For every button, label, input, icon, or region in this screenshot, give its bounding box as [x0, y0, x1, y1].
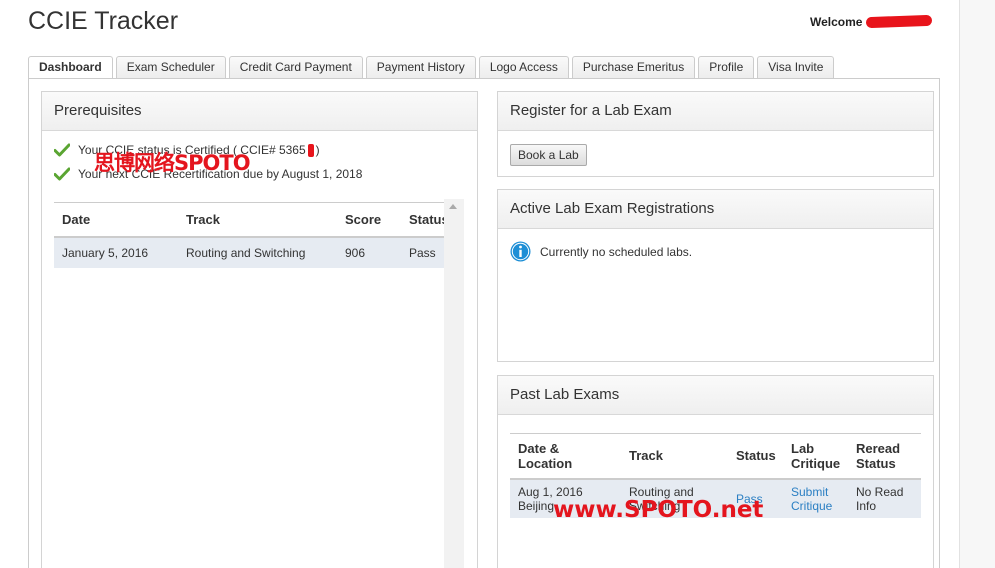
cell-reread: No Read Info: [848, 478, 921, 518]
col-lab-critique-line2: Critique: [791, 455, 841, 471]
cell-critique: Submit Critique: [783, 478, 848, 518]
submit-critique-link[interactable]: Submit Critique: [791, 485, 832, 513]
redacted-username: [865, 14, 933, 29]
col-date-location-line2: Location: [518, 455, 573, 471]
active-registrations-panel: Active Lab Exam Registrations Currently …: [497, 189, 934, 362]
app-shell: CCIE Tracker Welcome Dashboard Exam Sche…: [8, 0, 960, 568]
page-background-edge: [960, 0, 995, 568]
redacted-number: [307, 143, 314, 157]
table-row[interactable]: January 5, 2016 Routing and Switching 90…: [54, 236, 464, 268]
prerequisites-title: Prerequisites: [42, 92, 477, 131]
tab-profile[interactable]: Profile: [698, 56, 755, 79]
cell-reread-line2: Info: [856, 498, 877, 513]
no-labs-message: Currently no scheduled labs.: [510, 241, 692, 262]
watermark-top: 思博网络SPOTO: [94, 151, 251, 175]
col-score: Score: [337, 202, 401, 238]
book-a-lab-button[interactable]: Book a Lab: [510, 144, 587, 166]
past-lab-exams-panel: Past Lab Exams Date & Location Track Sta…: [497, 375, 934, 568]
cell-reread-line1: No Read: [856, 484, 904, 499]
submit-critique-line2: Critique: [791, 498, 833, 513]
tab-credit-card-payment[interactable]: Credit Card Payment: [228, 56, 363, 79]
tab-dashboard[interactable]: Dashboard: [28, 56, 113, 80]
col-date-location-line1: Date &: [518, 440, 560, 456]
tab-bar: Dashboard Exam Scheduler Credit Card Pay…: [28, 56, 837, 80]
cell-track: Routing and Switching: [178, 236, 337, 268]
col-track: Track: [621, 433, 728, 480]
written-exam-table: Date Track Score Status January 5, 2016 …: [54, 202, 464, 268]
check-icon: [54, 143, 70, 157]
register-lab-title: Register for a Lab Exam: [498, 92, 933, 131]
col-track: Track: [178, 202, 337, 238]
info-icon: [510, 241, 531, 262]
register-lab-panel: Register for a Lab Exam Book a Lab: [497, 91, 934, 177]
cell-score: 906: [337, 236, 401, 268]
app-title: CCIE Tracker: [28, 7, 179, 35]
active-registrations-title: Active Lab Exam Registrations: [498, 190, 933, 229]
tab-purchase-emeritus[interactable]: Purchase Emeritus: [571, 56, 696, 79]
table-scrollbar[interactable]: [444, 199, 464, 568]
col-lab-critique: Lab Critique: [783, 433, 848, 480]
col-date-location: Date & Location: [510, 433, 621, 480]
tab-exam-scheduler[interactable]: Exam Scheduler: [115, 56, 226, 79]
no-labs-text: Currently no scheduled labs.: [540, 244, 693, 259]
tab-payment-history[interactable]: Payment History: [365, 56, 476, 79]
col-reread-status: Reread Status: [848, 433, 921, 480]
watermark-bottom: www.SPOTO.net: [553, 497, 764, 523]
col-lab-critique-line1: Lab: [791, 440, 815, 456]
check-icon: [54, 167, 70, 181]
certification-status-suffix: ): [315, 143, 320, 157]
col-status: Status: [728, 433, 783, 480]
col-date: Date: [54, 202, 178, 238]
welcome-label: Welcome: [810, 15, 863, 29]
scroll-up-arrow-icon[interactable]: [449, 204, 457, 209]
col-reread-line1: Reread: [856, 440, 901, 456]
tab-visa-invite[interactable]: Visa Invite: [757, 56, 835, 79]
submit-critique-line1: Submit: [791, 484, 829, 499]
tab-logo-access[interactable]: Logo Access: [478, 56, 569, 79]
cell-location: Beijing: [518, 498, 555, 513]
past-lab-exams-title: Past Lab Exams: [498, 376, 933, 415]
cell-date: January 5, 2016: [54, 236, 178, 268]
col-reread-line2: Status: [856, 455, 896, 471]
